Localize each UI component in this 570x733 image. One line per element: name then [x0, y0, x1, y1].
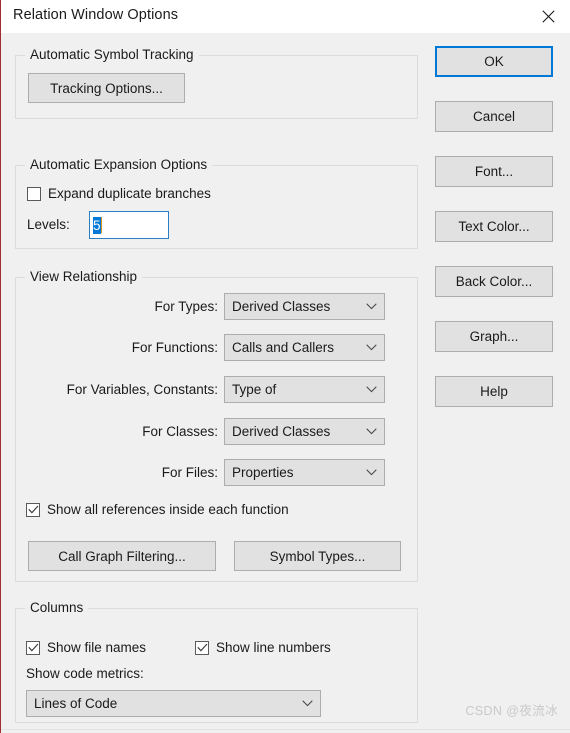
for-classes-value: Derived Classes: [232, 424, 331, 439]
checkbox-label-show-file-names: Show file names: [47, 640, 147, 655]
chevron-down-icon: [294, 700, 320, 707]
graph-button[interactable]: Graph...: [435, 321, 553, 352]
text-caret: [100, 217, 102, 233]
checkbox-label-expand-duplicate-branches: Expand duplicate branches: [48, 186, 211, 201]
window-title: Relation Window Options: [13, 7, 179, 23]
for-types-value: Derived Classes: [232, 299, 331, 314]
checkbox-box-expand-duplicate-branches: [27, 186, 41, 201]
show-code-metrics-label: Show code metrics:: [26, 666, 144, 681]
dialog-bottom-edge: [1, 729, 570, 733]
close-icon[interactable]: [525, 0, 570, 33]
chevron-down-icon: [358, 344, 384, 351]
chevron-down-icon: [358, 428, 384, 435]
watermark: CSDN @夜流冰: [465, 704, 558, 718]
for-variables-constants-label: For Variables, Constants:: [66, 382, 218, 397]
for-files-dropdown[interactable]: Properties: [224, 459, 385, 486]
checkbox-show-file-names[interactable]: Show file names: [26, 640, 146, 655]
for-variables-constants-value: Type of: [232, 382, 277, 397]
text-color-button[interactable]: Text Color...: [435, 211, 553, 242]
levels-input[interactable]: 5: [89, 211, 169, 239]
chevron-down-icon: [358, 303, 384, 310]
help-button[interactable]: Help: [435, 376, 553, 407]
font-button[interactable]: Font...: [435, 156, 553, 187]
group-label-view-relationship: View Relationship: [25, 269, 143, 284]
checkbox-label-show-all-references: Show all references inside each function: [47, 502, 289, 517]
checkbox-show-line-numbers[interactable]: Show line numbers: [195, 640, 331, 655]
relation-window-options-dialog: Relation Window Options Automatic Symbol…: [0, 0, 570, 733]
for-functions-dropdown[interactable]: Calls and Callers: [224, 334, 385, 361]
checkbox-expand-duplicate-branches[interactable]: Expand duplicate branches: [27, 186, 211, 201]
for-files-value: Properties: [232, 465, 294, 480]
for-types-dropdown[interactable]: Derived Classes: [224, 293, 385, 320]
checkbox-box-show-all-references: [26, 502, 40, 517]
checkbox-box-show-file-names: [26, 640, 40, 655]
for-functions-label: For Functions:: [131, 340, 218, 355]
for-classes-dropdown[interactable]: Derived Classes: [224, 418, 385, 445]
for-types-label: For Types:: [154, 299, 218, 314]
checkbox-label-show-line-numbers: Show line numbers: [216, 640, 331, 655]
show-code-metrics-value: Lines of Code: [34, 696, 118, 711]
group-label-columns: Columns: [25, 600, 89, 615]
for-classes-label: For Classes:: [142, 424, 218, 439]
for-variables-constants-dropdown[interactable]: Type of: [224, 376, 385, 403]
call-graph-filtering-button[interactable]: Call Graph Filtering...: [28, 541, 216, 571]
checkbox-box-show-line-numbers: [195, 640, 209, 655]
group-label-automatic-expansion-options: Automatic Expansion Options: [25, 157, 213, 172]
group-automatic-expansion-options: Automatic Expansion Options: [15, 157, 418, 249]
symbol-types-button[interactable]: Symbol Types...: [234, 541, 401, 571]
for-files-label: For Files:: [161, 465, 218, 480]
title-bar: Relation Window Options: [1, 0, 570, 34]
levels-input-value: 5: [93, 216, 101, 234]
for-functions-value: Calls and Callers: [232, 340, 335, 355]
tracking-options-button[interactable]: Tracking Options...: [28, 73, 185, 103]
cancel-button[interactable]: Cancel: [435, 101, 553, 132]
chevron-down-icon: [358, 469, 384, 476]
chevron-down-icon: [358, 386, 384, 393]
ok-button[interactable]: OK: [435, 46, 553, 77]
show-code-metrics-dropdown[interactable]: Lines of Code: [26, 690, 321, 717]
checkbox-show-all-references[interactable]: Show all references inside each function: [26, 502, 289, 517]
levels-label: Levels:: [27, 217, 70, 232]
group-label-automatic-symbol-tracking: Automatic Symbol Tracking: [25, 47, 199, 62]
back-color-button[interactable]: Back Color...: [435, 266, 553, 297]
